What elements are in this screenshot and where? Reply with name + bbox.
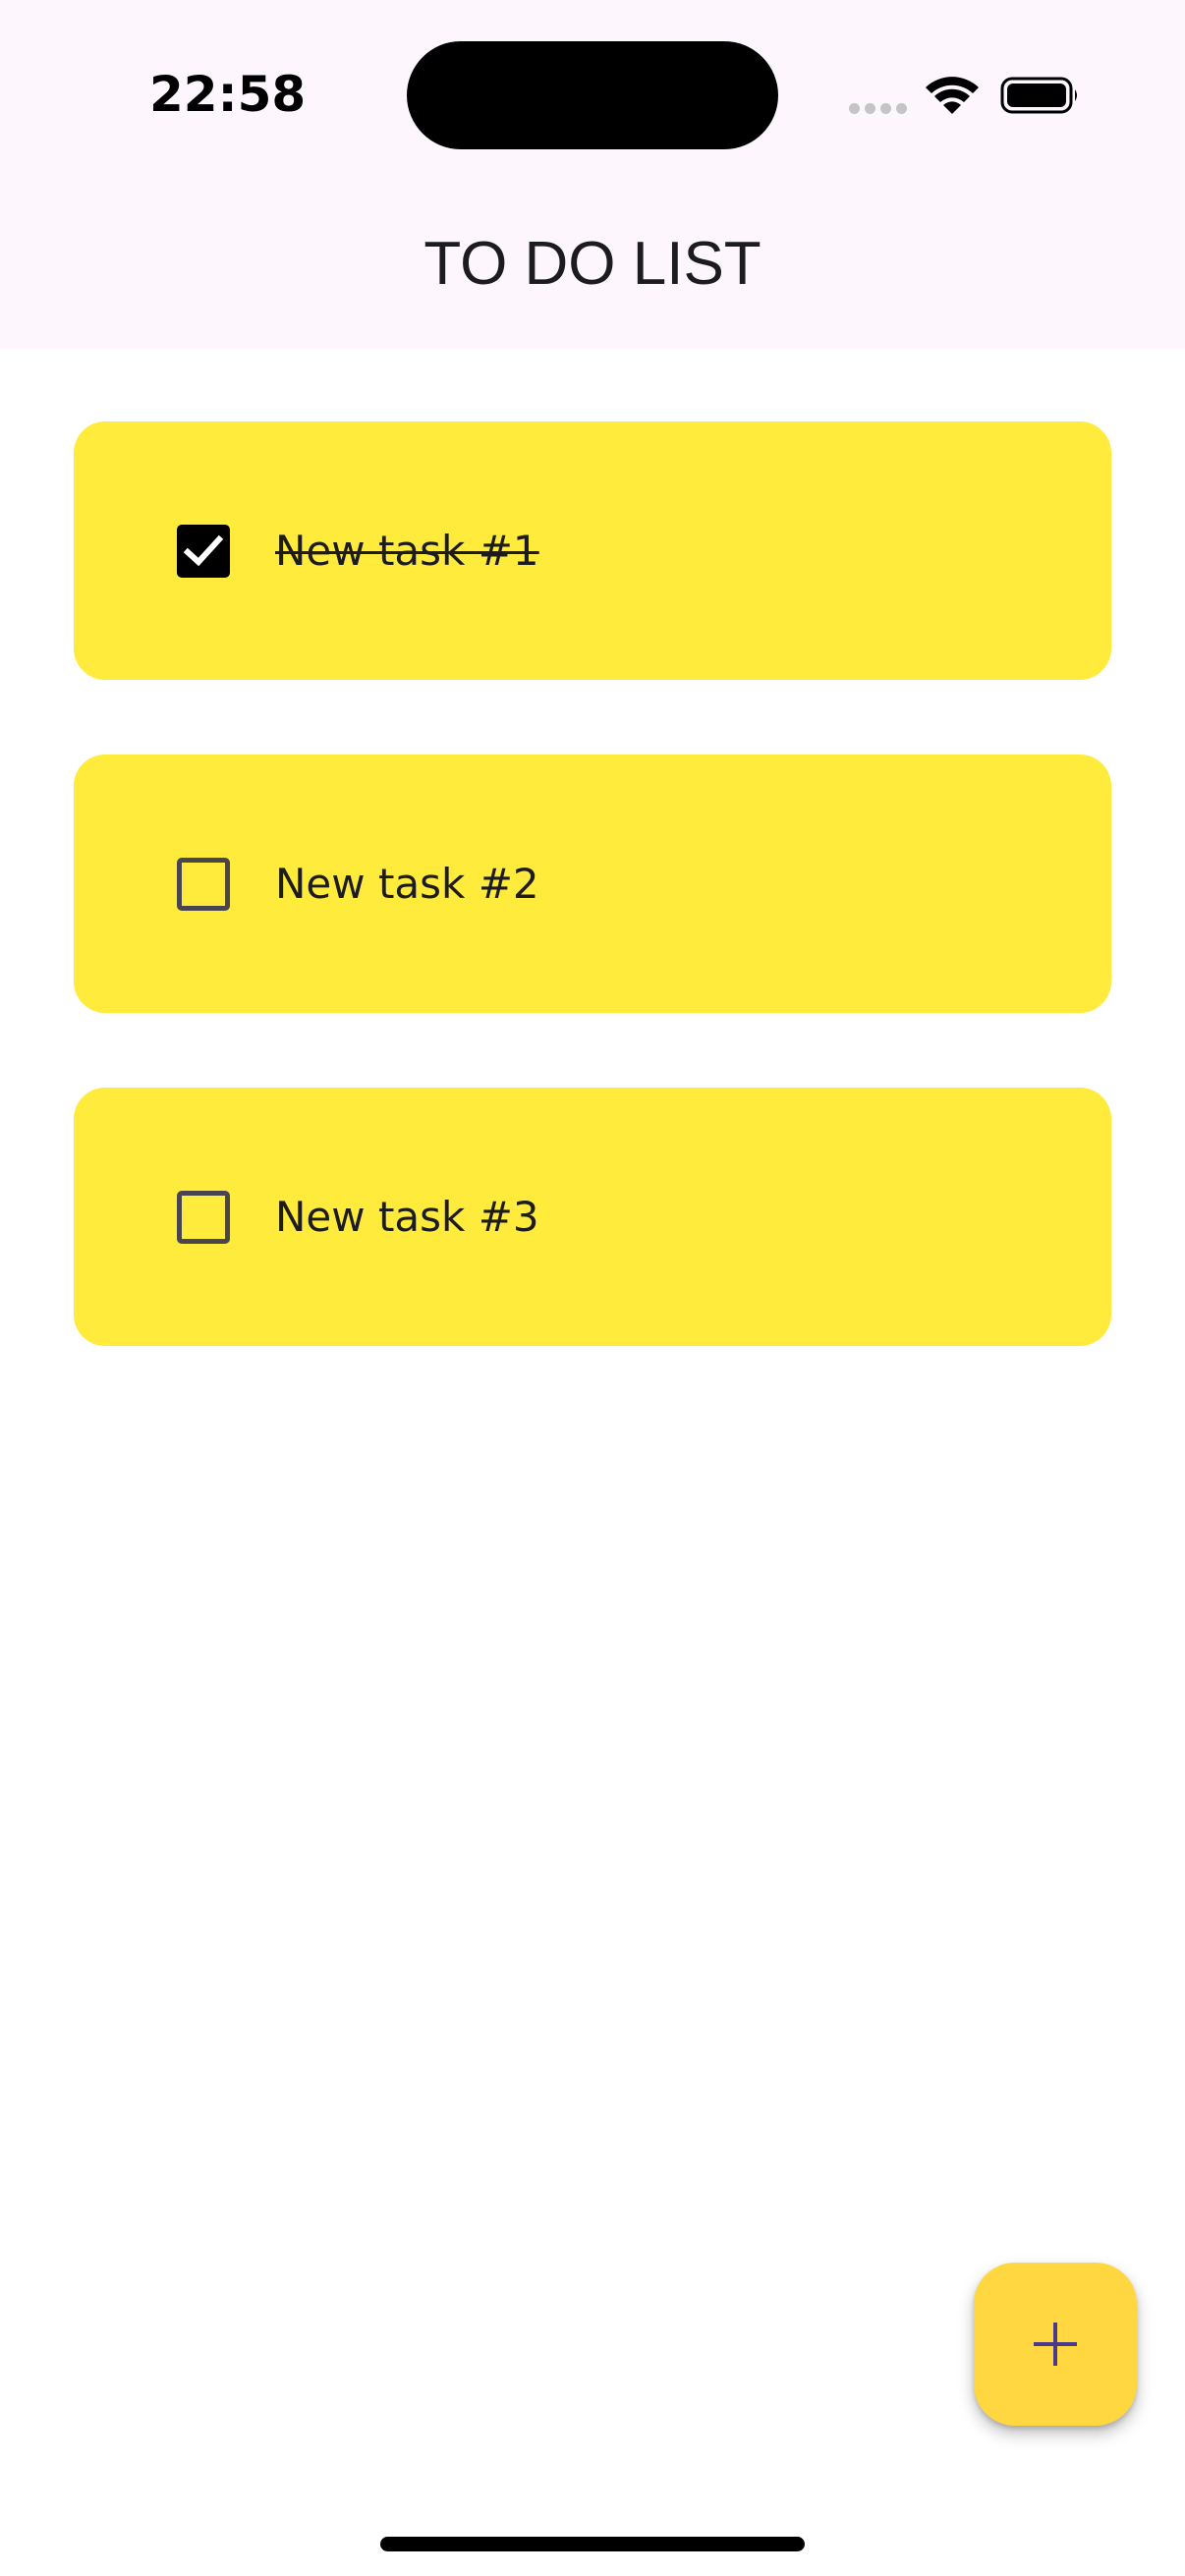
- wifi-icon: [926, 77, 979, 114]
- plus-icon: [1034, 2323, 1077, 2366]
- status-bar-time: 22:58: [149, 66, 307, 123]
- task-label: New task #1: [275, 527, 539, 575]
- task-checkbox-unchecked[interactable]: [177, 858, 230, 911]
- checkmark-icon: [183, 534, 224, 567]
- task-label: New task #3: [275, 1193, 539, 1241]
- app-bar: 22:58 TO DO LIST: [0, 0, 1185, 349]
- task-checkbox-checked[interactable]: [177, 525, 230, 578]
- task-label: New task #2: [275, 860, 539, 908]
- add-task-button[interactable]: [974, 2263, 1137, 2426]
- task-card[interactable]: New task #2: [74, 755, 1111, 1013]
- home-indicator[interactable]: [380, 2537, 805, 2551]
- task-card[interactable]: New task #1: [74, 421, 1111, 680]
- task-checkbox-unchecked[interactable]: [177, 1191, 230, 1244]
- task-card[interactable]: New task #3: [74, 1088, 1111, 1346]
- dynamic-island: [407, 41, 778, 149]
- signal-dots-icon: [849, 103, 907, 115]
- page-title: TO DO LIST: [423, 230, 762, 298]
- battery-icon: [1000, 77, 1077, 114]
- task-list: New task #1 New task #2 New task #3: [74, 421, 1111, 1421]
